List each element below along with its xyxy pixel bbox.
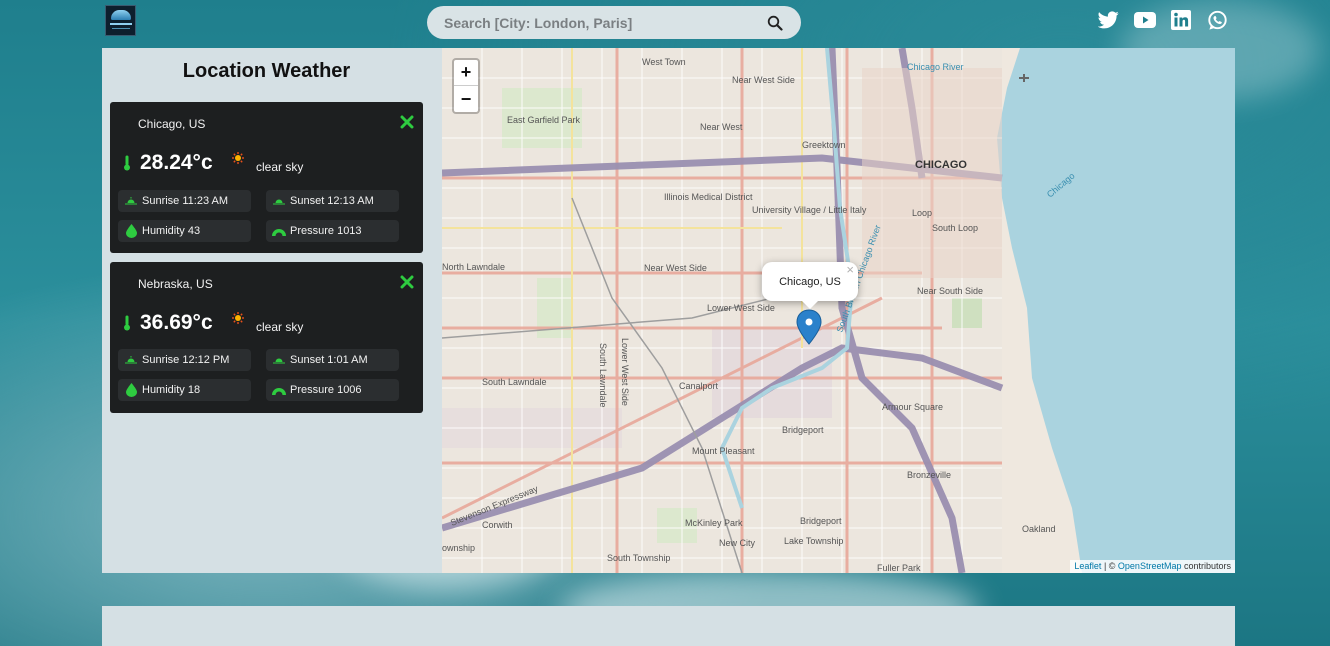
map-attribution: Leaflet | © OpenStreetMap contributors — [1070, 560, 1235, 573]
pressure-text: Pressure 1013 — [290, 225, 362, 237]
thermometer-icon — [123, 155, 131, 171]
map-label-loop: Loop — [912, 208, 932, 218]
weather-card: Nebraska, US 36.69°c clear sky Sunrise 1… — [110, 262, 423, 413]
logo-subtext-line — [112, 28, 130, 29]
map-popup: Chicago, US × — [762, 262, 858, 309]
map-label-university-village: University Village / Little Italy — [752, 205, 867, 215]
popup-close-icon[interactable]: × — [846, 262, 854, 277]
map-label-mount-pleasant: Mount Pleasant — [692, 446, 755, 456]
map-label-near-west: Near West — [700, 122, 743, 132]
card-temperature: 36.69°c — [140, 311, 213, 334]
map-label-west-town: West Town — [642, 57, 686, 67]
sunrise-text: Sunrise 12:12 PM — [142, 354, 230, 366]
attribution-separator: | © — [1101, 561, 1118, 571]
twitter-icon[interactable] — [1097, 9, 1119, 31]
card-location: Nebraska, US — [138, 277, 213, 291]
card-temperature: 28.24°c — [140, 151, 213, 174]
sunrise-pill: Sunrise 11:23 AM — [118, 190, 251, 212]
map-label-south-township: South Township — [607, 553, 670, 563]
map-label-canalport: Canalport — [679, 381, 719, 391]
logo-dome — [111, 10, 131, 20]
attribution-suffix: contributors — [1181, 561, 1231, 571]
sunrise-text: Sunrise 11:23 AM — [142, 195, 229, 207]
youtube-icon[interactable] — [1133, 9, 1157, 31]
zoom-in-button[interactable]: + — [454, 60, 478, 86]
card-description: clear sky — [256, 160, 304, 174]
humidity-pill: Humidity 18 — [118, 379, 251, 401]
logo-text-line — [110, 23, 132, 25]
humidity-text: Humidity 43 — [142, 225, 201, 237]
pressure-text: Pressure 1006 — [290, 384, 362, 396]
water-drop-icon — [124, 224, 138, 238]
map-label-bridgeport-2: Bridgeport — [800, 516, 842, 526]
sunrise-pill: Sunrise 12:12 PM — [118, 349, 251, 371]
map-label-armour-square: Armour Square — [882, 402, 943, 412]
map-label-near-south-side: Near South Side — [917, 286, 983, 296]
sunset-icon — [272, 353, 286, 367]
sunset-text: Sunset 1:01 AM — [290, 354, 368, 366]
sunrise-icon — [124, 353, 138, 367]
map-label-lower-west-side-rd: Lower West Side — [620, 338, 630, 406]
humidity-text: Humidity 18 — [142, 384, 201, 396]
weather-card: Chicago, US 28.24°c clear sky Sunrise 11… — [110, 102, 423, 253]
app-logo[interactable] — [105, 5, 136, 36]
bottom-panel — [102, 606, 1235, 646]
map-label-north-lawndale: North Lawndale — [442, 262, 505, 272]
main-panel: Location Weather Chicago, US 28.24°c cle… — [102, 48, 1235, 573]
map-label-fuller-park: Fuller Park — [877, 563, 921, 573]
map-label-lake-township: Lake Township — [784, 536, 843, 546]
map-label-south-lawndale-rd: South Lawndale — [598, 343, 608, 408]
map-label-corwith: Corwith — [482, 520, 513, 530]
map-label-illinois-medical: Illinois Medical District — [664, 192, 753, 202]
map-label-bridgeport: Bridgeport — [782, 425, 824, 435]
map-label-chicago: CHICAGO — [915, 159, 967, 171]
sidebar-title: Location Weather — [182, 60, 351, 82]
sun-icon — [232, 311, 244, 324]
sunset-pill: Sunset 1:01 AM — [266, 349, 399, 371]
search-input[interactable] — [444, 14, 765, 31]
search-bar — [427, 6, 801, 39]
sunset-pill: Sunset 12:13 AM — [266, 190, 399, 212]
sunset-text: Sunset 12:13 AM — [290, 195, 374, 207]
map-label-mckinley-park: McKinley Park — [685, 518, 743, 528]
sunrise-icon — [124, 194, 138, 208]
thermometer-icon — [123, 315, 131, 331]
card-description: clear sky — [256, 320, 304, 334]
map-label-south-lawndale: South Lawndale — [482, 377, 547, 387]
map-label-near-west-side: Near West Side — [732, 75, 795, 85]
map-tiles: West Town Near West Side East Garfield P… — [442, 48, 1235, 573]
search-icon[interactable] — [765, 13, 785, 33]
close-icon[interactable] — [400, 275, 414, 289]
map-label-near-west-side-2: Near West Side — [644, 263, 707, 273]
pressure-pill: Pressure 1006 — [266, 379, 399, 401]
map-label-lower-west-side: Lower West Side — [707, 303, 775, 313]
linkedin-icon[interactable] — [1170, 9, 1192, 31]
sun-icon — [232, 151, 244, 164]
openstreetmap-link[interactable]: OpenStreetMap — [1118, 561, 1182, 571]
location-weather-sidebar: Location Weather Chicago, US 28.24°c cle… — [102, 48, 442, 573]
whatsapp-icon[interactable] — [1206, 9, 1228, 31]
water-drop-icon — [124, 383, 138, 397]
map-label-ownship: ownship — [442, 543, 475, 553]
map-label-oakland: Oakland — [1022, 524, 1056, 534]
zoom-control: + − — [452, 58, 480, 114]
close-icon[interactable] — [400, 115, 414, 129]
popup-tip — [802, 301, 818, 309]
sunset-icon — [272, 194, 286, 208]
gauge-icon — [272, 383, 286, 397]
humidity-pill: Humidity 43 — [118, 220, 251, 242]
map-label-east-garfield: East Garfield Park — [507, 115, 581, 125]
zoom-out-button[interactable]: − — [454, 86, 478, 112]
map-label-bronzeville: Bronzeville — [907, 470, 951, 480]
card-location: Chicago, US — [138, 117, 206, 131]
pressure-pill: Pressure 1013 — [266, 220, 399, 242]
gauge-icon — [272, 224, 286, 238]
map-view[interactable]: West Town Near West Side East Garfield P… — [442, 48, 1235, 573]
map-label-south-loop: South Loop — [932, 223, 978, 233]
map-label-new-city: New City — [719, 538, 756, 548]
leaflet-link[interactable]: Leaflet — [1074, 561, 1101, 571]
map-label-chicago-river: Chicago River — [907, 62, 964, 72]
popup-text: Chicago, US — [779, 275, 841, 288]
map-label-greektown: Greektown — [802, 140, 846, 150]
